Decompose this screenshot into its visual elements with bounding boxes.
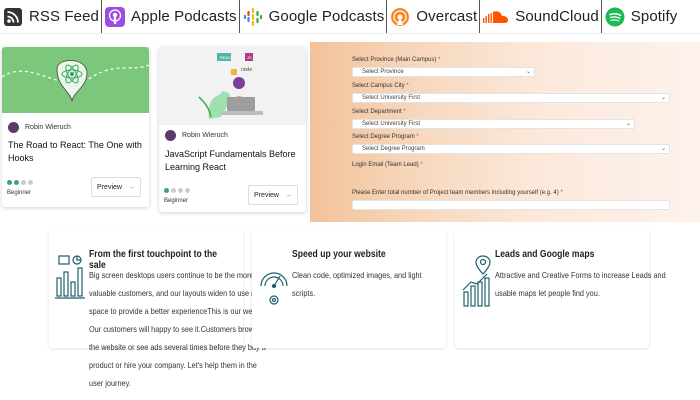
required-mark: * [406, 83, 409, 89]
course-card-javascript-fundamentals[interactable]: REACT JS node Robin Wieruch JavaScript F… [159, 47, 306, 212]
required-mark: * [416, 134, 419, 140]
preview-label: Preview [97, 183, 122, 191]
analytics-chart-icon [55, 255, 85, 299]
speedometer-icon [260, 272, 288, 305]
podcast-links-bar: RSS Feed Apple Podcasts Google Podcasts … [0, 0, 700, 34]
arrow-right-icon: → [284, 191, 292, 199]
avatar [165, 130, 176, 141]
department-select[interactable]: Select University First ⌄ [352, 119, 635, 129]
rss-icon [3, 7, 23, 27]
thumb-badge-react: REACT [220, 55, 234, 60]
degree-program-select[interactable]: Select Degree Program ⌄ [352, 144, 670, 154]
feature-card-speed: Speed up your website Clean code, optimi… [252, 230, 446, 348]
google-podcasts-icon [243, 7, 263, 27]
login-email-label: Login Email (Team Lead) * [352, 162, 423, 168]
feature-title: Leads and Google maps [495, 249, 595, 260]
preview-label: Preview [254, 191, 279, 199]
required-mark: * [403, 109, 406, 115]
course-thumbnail [2, 47, 149, 113]
developer-illustration: REACT JS node [198, 53, 263, 119]
overcast-link[interactable]: Overcast [387, 0, 481, 33]
registration-form: Select Province (Main Campus) * Select P… [310, 42, 700, 222]
level-label: Beginner [164, 198, 189, 204]
department-label: Select Department * [352, 109, 406, 115]
apple-podcasts-icon [105, 6, 125, 27]
feature-card-touchpoint: From the first touchpoint to the sale Bi… [49, 230, 270, 388]
province-value: Select Province [362, 69, 404, 75]
chevron-down-icon: ⌄ [660, 146, 666, 152]
thumb-badge-js: JS [247, 55, 252, 60]
level-dot-filled [14, 180, 19, 185]
preview-button[interactable]: Preview → [248, 185, 298, 205]
degree-program-value: Select Degree Program [362, 146, 425, 152]
google-podcasts-label: Google Podcasts [268, 8, 385, 25]
react-logo-illustration [2, 60, 149, 102]
required-mark: * [438, 57, 441, 63]
card-author: Robin Wieruch [165, 130, 228, 141]
course-thumbnail: REACT JS node [159, 47, 306, 125]
overcast-icon [390, 7, 410, 27]
google-podcasts-link[interactable]: Google Podcasts [240, 0, 388, 33]
chevron-down-icon: ⌄ [525, 69, 531, 75]
level-indicator [164, 188, 190, 193]
level-indicator [7, 180, 33, 185]
preview-button[interactable]: Preview → [91, 177, 141, 197]
author-name: Robin Wieruch [25, 124, 71, 131]
apple-podcasts-link[interactable]: Apple Podcasts [102, 0, 240, 33]
chevron-down-icon: ⌄ [625, 121, 631, 127]
team-members-label: Please Enter total number of Project tea… [352, 190, 563, 196]
arrow-right-icon: → [127, 183, 135, 191]
required-mark: * [420, 162, 423, 168]
required-mark: * [560, 190, 563, 196]
feature-title: Speed up your website [292, 249, 386, 260]
level-dot [178, 188, 183, 193]
department-value: Select University First [362, 121, 421, 127]
soundcloud-label: SoundCloud [515, 8, 599, 25]
course-title[interactable]: JavaScript Fundamentals Before Learning … [165, 148, 300, 174]
soundcloud-link[interactable]: SoundCloud [480, 0, 602, 33]
level-dot-filled [7, 180, 12, 185]
soundcloud-icon [483, 7, 509, 27]
campus-city-value: Select University First [362, 95, 421, 101]
degree-program-label: Select Degree Program * [352, 134, 419, 140]
team-members-input[interactable] [352, 200, 670, 210]
level-dot [28, 180, 33, 185]
card-author: Robin Wieruch [8, 122, 71, 133]
overcast-label: Overcast [416, 8, 478, 25]
chevron-down-icon: ⌄ [660, 95, 666, 101]
feature-card-leads: Leads and Google maps Attractive and Cre… [455, 230, 666, 348]
apple-podcasts-label: Apple Podcasts [131, 8, 237, 25]
level-dot [21, 180, 26, 185]
course-card-road-to-react[interactable]: Robin Wieruch The Road to React: The One… [2, 47, 149, 207]
map-pin-chart-icon [462, 255, 491, 307]
spotify-label: Spotify [630, 8, 678, 25]
feature-description: Big screen desktops users continue to be… [89, 270, 270, 388]
campus-city-select[interactable]: Select University First ⌄ [352, 93, 670, 103]
feature-description: Clean code, optimized images, and light … [292, 270, 422, 298]
author-name: Robin Wieruch [182, 132, 228, 139]
thumb-badge-node: node [241, 67, 252, 73]
level-label: Beginner [7, 190, 32, 196]
level-dot-filled [164, 188, 169, 193]
campus-city-label: Select Campus City * [352, 83, 409, 89]
level-dot [185, 188, 190, 193]
rss-feed-link[interactable]: RSS Feed [0, 0, 102, 33]
province-select[interactable]: Select Province ⌄ [352, 67, 535, 77]
province-label: Select Province (Main Campus) * [352, 57, 441, 63]
course-title[interactable]: The Road to React: The One with Hooks [8, 139, 143, 165]
feature-description: Attractive and Creative Forms to increas… [495, 270, 666, 298]
level-dot [171, 188, 176, 193]
spotify-icon [605, 7, 625, 27]
spotify-link[interactable]: Spotify [602, 0, 680, 33]
avatar [8, 122, 19, 133]
rss-feed-label: RSS Feed [29, 8, 99, 25]
